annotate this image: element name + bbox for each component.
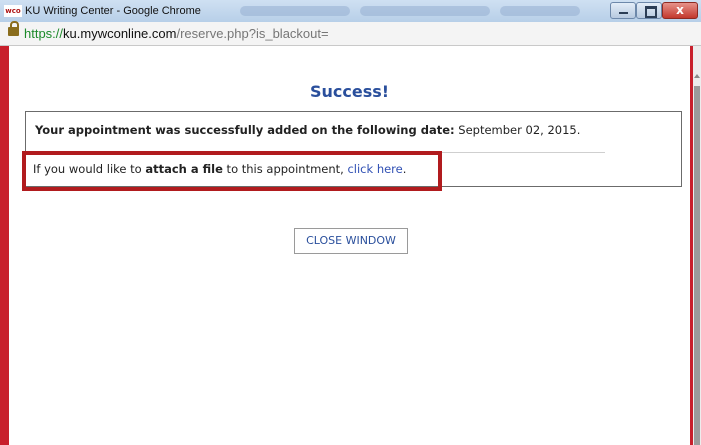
url-path: /reserve.php?is_blackout= (176, 26, 329, 41)
success-message-label: Your appointment was successfully added … (35, 123, 455, 137)
appointment-date: September 02, 2015. (454, 123, 581, 137)
title-bar: wco KU Writing Center - Google Chrome x (0, 0, 701, 23)
attach-file-message: If you would like to attach a file to th… (33, 162, 406, 177)
attach-text-pre: If you would like to (33, 162, 146, 176)
click-here-link[interactable]: click here (347, 162, 402, 176)
lock-icon (8, 21, 19, 36)
divider (35, 152, 605, 153)
blurred-tab (360, 6, 490, 16)
page-title: Success! (309, 82, 390, 101)
scroll-up-arrow-icon[interactable] (694, 74, 700, 78)
url-text[interactable]: https://ku.mywconline.com/reserve.php?is… (24, 25, 329, 42)
wco-favicon-icon: wco (4, 5, 22, 17)
close-window-button-page[interactable]: CLOSE WINDOW (294, 228, 408, 254)
attach-file-emphasis: attach a file (145, 162, 223, 176)
close-icon: x (676, 3, 684, 17)
url-host: ku.mywconline.com (63, 26, 177, 41)
attach-text-mid: to this appointment, (222, 162, 348, 176)
attach-text-end: . (402, 162, 407, 176)
blurred-tab (500, 6, 580, 16)
scrollbar-thumb[interactable] (694, 86, 700, 445)
minimize-icon (619, 12, 628, 14)
window-border-left (0, 46, 9, 445)
success-message: Your appointment was successfully added … (35, 123, 580, 138)
blurred-tab (240, 6, 350, 16)
window-title: KU Writing Center - Google Chrome (25, 5, 201, 17)
maximize-button[interactable] (636, 2, 662, 19)
maximize-icon (645, 6, 657, 18)
close-window-button[interactable]: x (662, 2, 698, 19)
minimize-button[interactable] (610, 2, 636, 19)
url-scheme: https:// (24, 26, 64, 41)
